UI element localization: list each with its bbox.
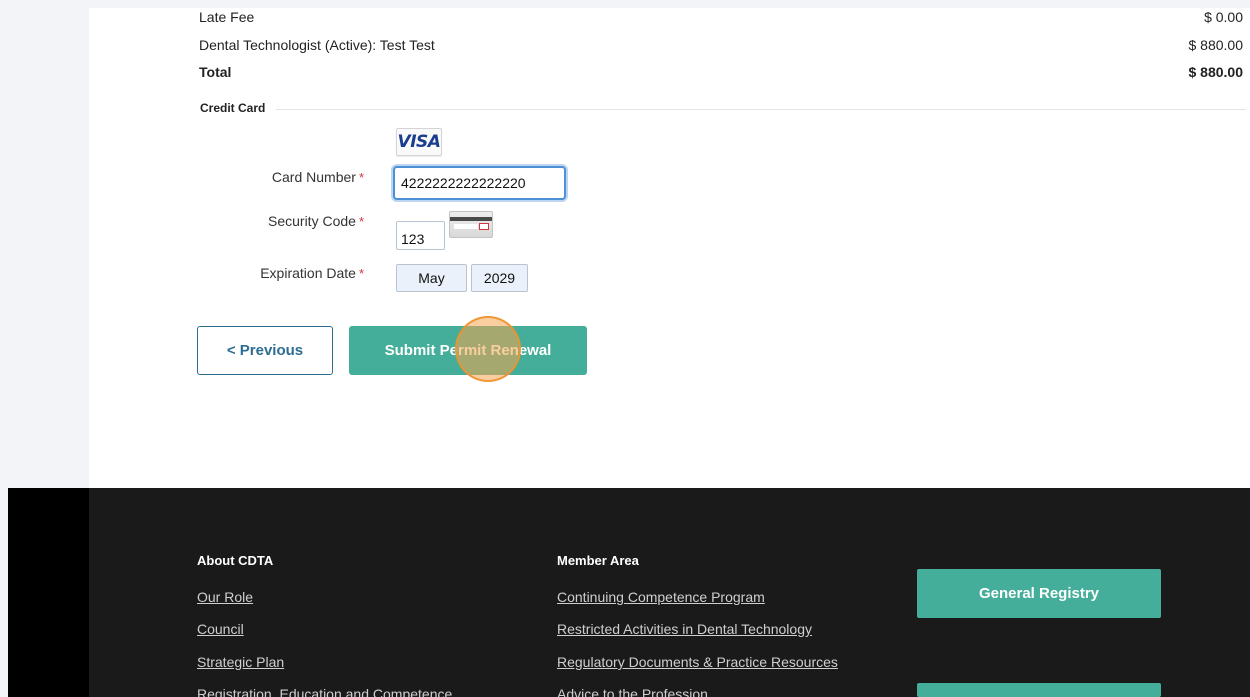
- fee-label: Dental Technologist (Active): Test Test: [199, 37, 435, 53]
- footer-link-our-role[interactable]: Our Role: [197, 589, 253, 605]
- expiration-date-label: Expiration Date *: [260, 265, 364, 281]
- submit-permit-renewal-button[interactable]: Submit Permit Renewal: [349, 326, 587, 375]
- fee-row: Dental Technologist (Active): Test Test …: [199, 36, 1243, 54]
- fee-amount: $ 880.00: [1188, 37, 1244, 53]
- left-strip: [0, 8, 89, 488]
- previous-button[interactable]: < Previous: [197, 326, 333, 375]
- general-registry-button[interactable]: General Registry: [917, 569, 1161, 618]
- footer-link-council[interactable]: Council: [197, 621, 244, 637]
- top-strip: [0, 0, 1250, 8]
- required-marker: *: [358, 266, 364, 281]
- expiration-label-text: Expiration Date: [260, 265, 356, 281]
- card-cvv-box: [479, 223, 489, 230]
- footer-heading-about: About CDTA: [197, 553, 274, 568]
- footer-link-strategic-plan[interactable]: Strategic Plan: [197, 654, 284, 670]
- card-stripe: [450, 217, 492, 221]
- footer-link-regulatory-documents[interactable]: Regulatory Documents & Practice Resource…: [557, 654, 838, 670]
- expiration-month-select[interactable]: May: [396, 264, 467, 292]
- total-amount: $ 880.00: [1188, 64, 1244, 80]
- footer-link-continuing-competence[interactable]: Continuing Competence Program: [557, 589, 765, 605]
- visa-card-icon: VISA: [396, 128, 442, 156]
- visa-logo-text: VISA: [397, 132, 441, 152]
- footer-heading-member: Member Area: [557, 553, 639, 568]
- footer-left-band: [8, 488, 89, 697]
- required-marker: *: [358, 214, 364, 229]
- security-code-label-text: Security Code: [268, 213, 356, 229]
- fee-total-row: Total $ 880.00: [199, 63, 1243, 81]
- card-signature-strip: [454, 224, 478, 229]
- required-marker: *: [358, 170, 364, 185]
- fee-row: Late Fee $ 0.00: [199, 8, 1243, 26]
- footer-link-restricted-activities[interactable]: Restricted Activities in Dental Technolo…: [557, 621, 812, 637]
- cvv-hint-icon: [449, 211, 493, 238]
- fee-label: Late Fee: [199, 9, 255, 25]
- card-number-label: Card Number *: [272, 169, 364, 185]
- footer-link-registration[interactable]: Registration, Education and Competence: [197, 686, 452, 697]
- security-code-input[interactable]: [396, 221, 445, 250]
- fee-amount: $ 0.00: [1204, 9, 1243, 25]
- security-code-label: Security Code *: [268, 213, 364, 229]
- section-divider: [276, 109, 1246, 110]
- total-label: Total: [199, 64, 232, 80]
- footer-secondary-button[interactable]: [917, 683, 1161, 697]
- footer-edge: [0, 488, 8, 697]
- card-number-label-text: Card Number: [271, 169, 356, 185]
- expiration-year-select[interactable]: 2029: [471, 264, 528, 292]
- footer-link-advice[interactable]: Advice to the Profession: [557, 686, 708, 697]
- card-number-input[interactable]: [393, 166, 566, 200]
- credit-card-section-label: Credit Card: [200, 101, 266, 115]
